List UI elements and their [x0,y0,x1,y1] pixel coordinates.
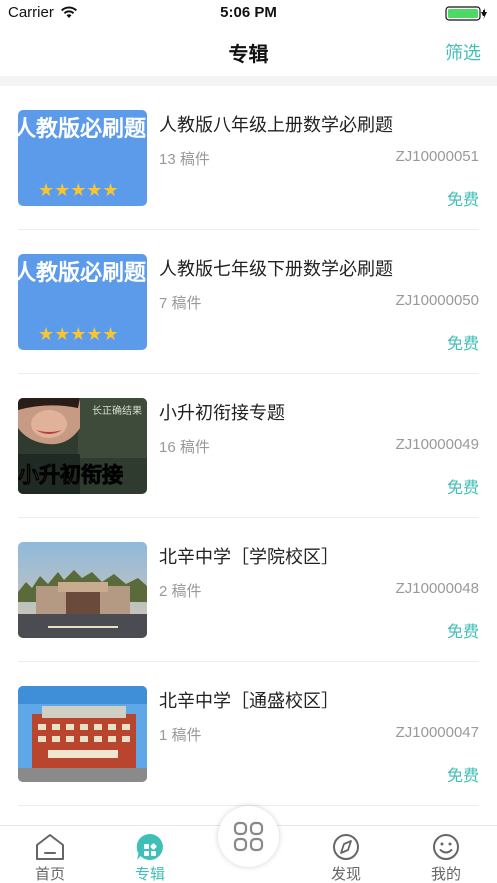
home-icon [34,832,66,862]
album-cover: 人教版必刷题 ★★★★★ [18,110,147,206]
tab-discover-label: 发现 [330,866,361,883]
album-count: 1 稿件 [159,727,202,744]
nav-divider [0,76,497,86]
compass-icon [330,832,362,862]
tab-discover[interactable]: 发现 [306,826,386,883]
page-title: 专辑 [228,44,269,66]
album-code: ZJ10000047 [395,724,479,741]
center-action-button[interactable] [218,806,279,867]
list-item[interactable]: 人教版必刷题 ★★★★★ 人教版八年级上册数学必刷题 13 稿件 ZJ10000… [18,86,479,230]
album-code: ZJ10000049 [395,436,479,453]
tab-mine-label: 我的 [430,866,461,883]
album-title: 人教版八年级上册数学必刷题 [159,115,393,135]
album-price: 免费 [446,624,479,641]
album-count: 7 稿件 [159,295,202,312]
cover-text: 小升初衔接 [18,463,123,487]
smiley-icon [430,832,462,862]
album-price: 免费 [446,336,479,353]
album-title: 北辛中学［通盛校区］ [159,691,339,711]
album-code: ZJ10000050 [395,292,479,309]
list-item[interactable]: 北辛中学［学院校区］ 2 稿件 ZJ10000048 免费 [18,518,479,662]
tab-albums-label: 专辑 [134,866,165,883]
album-cover: 人教版必刷题 ★★★★★ [18,254,147,350]
album-code: ZJ10000048 [395,580,479,597]
album-price: 免费 [446,480,479,497]
list-item[interactable]: 北辛中学［通盛校区］ 1 稿件 ZJ10000047 免费 [18,662,479,806]
album-cover [18,542,147,638]
tab-albums[interactable]: 专辑 [110,826,190,883]
list-item[interactable]: 人教版必刷题 ★★★★★ 人教版七年级下册数学必刷题 7 稿件 ZJ100000… [18,230,479,374]
nav-bar: 专辑 筛选 [0,26,497,76]
battery-icon [445,5,489,26]
tab-home[interactable]: 首页 [10,826,90,883]
cover-text: 人教版必刷题 [18,116,147,142]
album-cover: 长正确结果 小升初衔接 [18,398,147,494]
album-count: 2 稿件 [159,583,202,600]
album-list: 人教版必刷题 ★★★★★ 人教版八年级上册数学必刷题 13 稿件 ZJ10000… [0,86,497,806]
albums-icon [134,832,166,862]
album-title: 人教版七年级下册数学必刷题 [159,259,393,279]
status-time: 5:06 PM [220,4,277,21]
album-count: 16 稿件 [159,439,210,456]
album-title: 小升初衔接专题 [159,403,285,423]
album-cover [18,686,147,782]
list-item[interactable]: 长正确结果 小升初衔接 小升初衔接专题 16 稿件 ZJ10000049 免费 [18,374,479,518]
tab-mine[interactable]: 我的 [406,826,486,883]
status-bar: Carrier 5:06 PM [0,0,497,26]
tab-home-label: 首页 [34,866,65,883]
cover-stars: ★★★★★ [38,324,119,345]
cover-stars: ★★★★★ [38,180,119,201]
grid-icon [233,821,264,852]
svg-text:长正确结果: 长正确结果 [92,404,142,417]
album-title: 北辛中学［学院校区］ [159,547,339,567]
album-price: 免费 [446,192,479,209]
album-count: 13 稿件 [159,151,210,168]
album-code: ZJ10000051 [395,148,479,165]
filter-button[interactable]: 筛选 [445,39,481,65]
cover-text: 人教版必刷题 [18,260,147,286]
album-price: 免费 [446,768,479,785]
